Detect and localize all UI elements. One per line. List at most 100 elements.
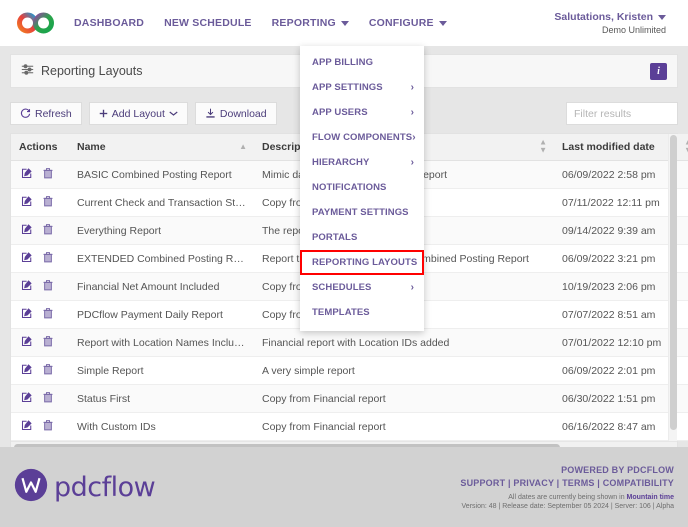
- dropdown-item-app-billing[interactable]: APP BILLING: [300, 50, 424, 75]
- footer-link-privacy[interactable]: PRIVACY: [513, 478, 554, 488]
- row-name-cell: Status First: [69, 384, 254, 413]
- refresh-button[interactable]: Refresh: [10, 102, 82, 125]
- nav-label: NEW SCHEDULE: [164, 17, 252, 29]
- add-layout-label: Add Layout: [111, 107, 165, 120]
- edit-icon[interactable]: [21, 391, 33, 406]
- user-menu-button[interactable]: Salutations, Kristen: [554, 11, 666, 23]
- filter-results-input[interactable]: [566, 102, 678, 125]
- table-row[interactable]: Report with Location Names Included Finan…: [11, 328, 688, 357]
- edit-icon[interactable]: [21, 279, 33, 294]
- dropdown-item-app-settings[interactable]: APP SETTINGS ›: [300, 75, 424, 100]
- nav-item-configure[interactable]: CONFIGURE: [369, 17, 447, 29]
- edit-icon[interactable]: [21, 419, 33, 434]
- nav-item-dashboard[interactable]: DASHBOARD: [74, 17, 144, 29]
- footer-links: SUPPORT | PRIVACY | TERMS | COMPATIBILIT…: [460, 477, 674, 488]
- sort-ascending-icon: ▲: [239, 141, 247, 151]
- version-info: Version: 48 | Release date: September 05…: [461, 502, 674, 510]
- nav-label: REPORTING: [271, 17, 336, 29]
- column-header-name[interactable]: Name ▲: [69, 134, 254, 161]
- pdcflow-w-logo-icon: [14, 468, 48, 507]
- dropdown-item-schedules[interactable]: SCHEDULES ›: [300, 275, 424, 300]
- delete-icon[interactable]: [42, 335, 54, 350]
- user-name-label: Salutations, Kristen: [554, 11, 653, 23]
- delete-icon[interactable]: [42, 307, 54, 322]
- dropdown-item-app-users[interactable]: APP USERS ›: [300, 100, 424, 125]
- table-row[interactable]: Status First Copy from Financial report 06…: [11, 384, 688, 413]
- row-actions-cell: [11, 300, 69, 329]
- download-icon: [205, 108, 216, 119]
- edit-icon[interactable]: [21, 251, 33, 266]
- row-name-cell: With Custom IDs: [69, 412, 254, 441]
- powered-by-label: POWERED BY PDCFLOW: [561, 464, 674, 475]
- page-title: Reporting Layouts: [21, 63, 142, 79]
- row-name-cell: Current Check and Transaction Statuses: [69, 188, 254, 217]
- edit-icon[interactable]: [21, 363, 33, 378]
- timezone-note: All dates are currently being shown in M…: [460, 494, 674, 501]
- row-action-icons: [21, 419, 61, 434]
- delete-icon[interactable]: [42, 279, 54, 294]
- add-layout-button[interactable]: Add Layout: [88, 102, 188, 125]
- delete-icon[interactable]: [42, 391, 54, 406]
- row-actions-cell: [11, 412, 69, 441]
- chevron-right-icon: ›: [410, 82, 414, 93]
- edit-icon[interactable]: [21, 167, 33, 182]
- dropdown-item-flow-components[interactable]: FLOW COMPONENTS ›: [300, 125, 424, 150]
- delete-icon[interactable]: [42, 195, 54, 210]
- user-org-label: Demo Unlimited: [601, 25, 666, 35]
- row-name-cell: Report with Location Names Included: [69, 328, 254, 357]
- row-actions-cell: [11, 160, 69, 189]
- row-name-cell: Financial Net Amount Included: [69, 272, 254, 301]
- info-button[interactable]: i: [650, 62, 667, 80]
- row-actions-cell: [11, 328, 69, 357]
- download-button[interactable]: Download: [194, 102, 277, 125]
- timezone-note-prefix: All dates are currently being shown in: [508, 493, 627, 501]
- chevron-right-icon: ›: [412, 132, 416, 143]
- dropdown-item-reporting-layouts[interactable]: REPORTING LAYOUTS: [300, 250, 424, 275]
- footer-link-support[interactable]: SUPPORT: [460, 478, 505, 488]
- delete-icon[interactable]: [42, 167, 54, 182]
- nav-label: CONFIGURE: [368, 17, 434, 29]
- download-label: Download: [219, 107, 267, 120]
- configure-dropdown-menu: APP BILLING APP SETTINGS › APP USERS › FLOW C…: [300, 46, 424, 331]
- row-actions-cell: [11, 216, 69, 245]
- dropdown-item-hierarchy[interactable]: HIERARCHY ›: [300, 150, 424, 175]
- row-description-cell: A very simple report: [254, 356, 554, 385]
- row-name-cell: BASIC Combined Posting Report: [69, 160, 254, 189]
- timezone-value: Mountain time: [626, 493, 674, 501]
- delete-icon[interactable]: [42, 419, 54, 434]
- dropdown-item-notifications[interactable]: NOTIFICATIONS: [300, 175, 424, 200]
- dropdown-item-label: PAYMENT SETTINGS: [312, 207, 409, 218]
- app-root: DASHBOARD NEW SCHEDULE REPORTING CONFIGU…: [0, 0, 688, 527]
- edit-icon[interactable]: [21, 223, 33, 238]
- nav-item-reporting[interactable]: REPORTING: [272, 17, 349, 29]
- table-row[interactable]: Simple Report A very simple report 06/09/2…: [11, 356, 688, 385]
- row-description-cell: Financial report with Location IDs added: [254, 328, 554, 357]
- delete-icon[interactable]: [42, 223, 54, 238]
- scrollbar-thumb[interactable]: [670, 135, 677, 430]
- sort-icon: ▲▼: [539, 137, 547, 155]
- footer-info: POWERED BY PDCFLOW SUPPORT | PRIVACY | T…: [460, 465, 674, 510]
- footer-brand: pdcflow: [14, 468, 156, 507]
- dropdown-item-label: TEMPLATES: [312, 307, 370, 318]
- footer-link-terms[interactable]: TERMS: [562, 478, 595, 488]
- footer-link-compatibility[interactable]: COMPATIBILITY: [603, 478, 674, 488]
- edit-icon[interactable]: [21, 335, 33, 350]
- edit-icon[interactable]: [21, 195, 33, 210]
- edit-icon[interactable]: [21, 307, 33, 322]
- dropdown-item-payment-settings[interactable]: PAYMENT SETTINGS: [300, 200, 424, 225]
- delete-icon[interactable]: [42, 363, 54, 378]
- dropdown-item-label: APP SETTINGS: [312, 82, 383, 93]
- row-action-icons: [21, 223, 61, 238]
- row-actions-cell: [11, 356, 69, 385]
- table-row[interactable]: With Custom IDs Copy from Financial repor…: [11, 412, 688, 441]
- dropdown-item-portals[interactable]: PORTALS: [300, 225, 424, 250]
- table-vertical-scrollbar[interactable]: [668, 134, 677, 441]
- delete-icon[interactable]: [42, 251, 54, 266]
- infinity-loop-logo-icon[interactable]: [16, 10, 56, 36]
- dropdown-item-label: APP BILLING: [312, 57, 374, 68]
- dropdown-item-templates[interactable]: TEMPLATES: [300, 300, 424, 325]
- nav-item-new-schedule[interactable]: NEW SCHEDULE: [164, 17, 252, 29]
- plus-icon: [99, 109, 108, 118]
- dropdown-item-label: NOTIFICATIONS: [312, 182, 387, 193]
- column-label: Name: [77, 141, 106, 153]
